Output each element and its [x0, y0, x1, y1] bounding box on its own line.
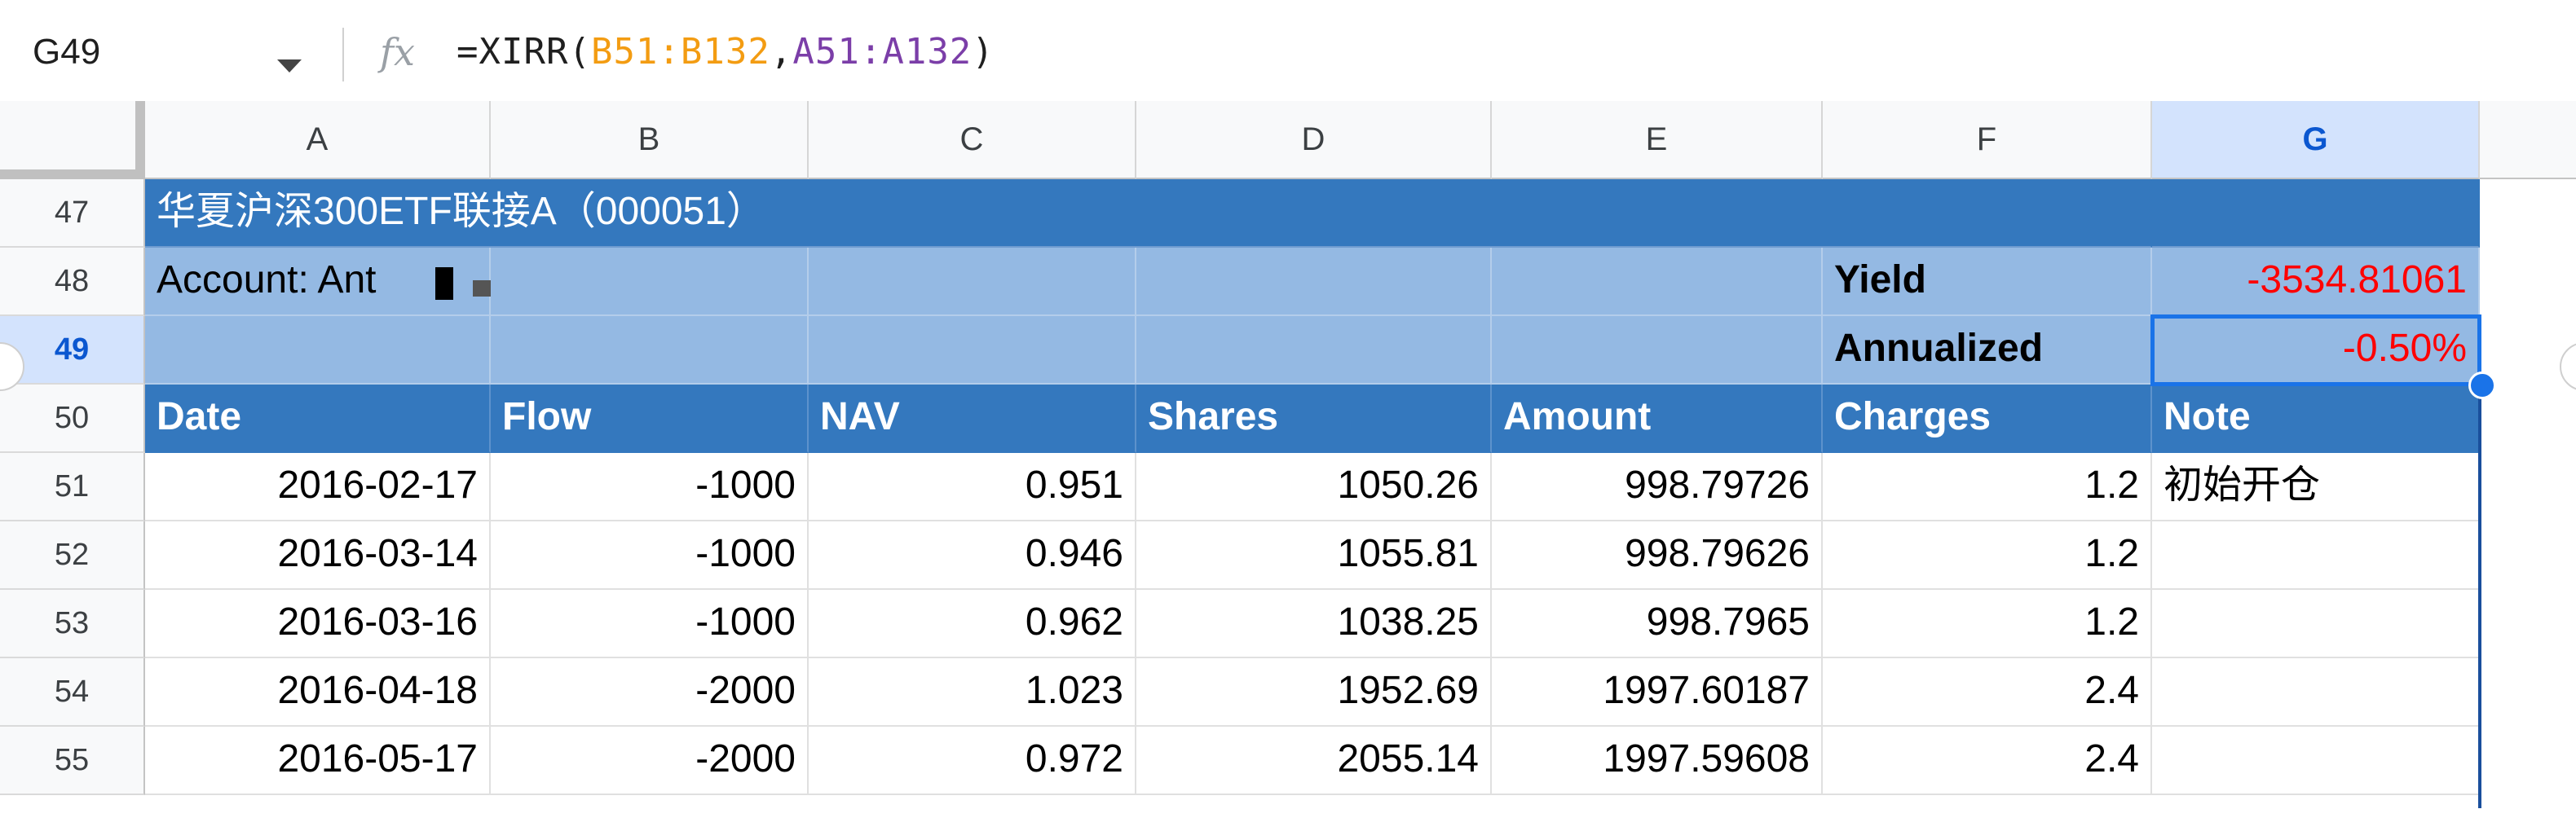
- column-header-empty: [2480, 101, 2576, 179]
- yield-value-cell[interactable]: -3534.81061: [2152, 248, 2480, 316]
- column-header-f[interactable]: F: [1823, 101, 2152, 179]
- yield-label-cell[interactable]: Yield: [1823, 248, 2152, 316]
- table-cell-nav[interactable]: 1.023: [809, 658, 1136, 727]
- table-cell-charges[interactable]: 2.4: [1823, 727, 2152, 795]
- table-cell-shares[interactable]: 2055.14: [1136, 727, 1492, 795]
- cell-c48[interactable]: [809, 248, 1136, 316]
- chevron-down-icon[interactable]: [277, 44, 302, 85]
- formula-separator: ,: [770, 31, 793, 73]
- row-header-55[interactable]: 55: [0, 727, 145, 795]
- fill-handle[interactable]: [2468, 372, 2496, 399]
- formula-prefix: =XIRR(: [457, 31, 591, 73]
- table-cell-date[interactable]: 2016-04-18: [145, 658, 491, 727]
- cell-e49[interactable]: [1492, 316, 1823, 385]
- column-header-a[interactable]: A: [145, 101, 491, 179]
- table-cell-note[interactable]: [2152, 521, 2480, 590]
- table-cell-note[interactable]: [2152, 658, 2480, 727]
- table-cell-shares[interactable]: 1038.25: [1136, 590, 1492, 658]
- table-cell-amount[interactable]: 998.7965: [1492, 590, 1823, 658]
- row-header-51[interactable]: 51: [0, 453, 145, 521]
- right-edge-control[interactable]: [2560, 342, 2576, 391]
- table-cell-nav[interactable]: 0.962: [809, 590, 1136, 658]
- header-note[interactable]: Note: [2152, 385, 2480, 453]
- table-cell-shares[interactable]: 1952.69: [1136, 658, 1492, 727]
- cell-a49[interactable]: [145, 316, 491, 385]
- table-cell-amount[interactable]: 1997.59608: [1492, 727, 1823, 795]
- cell-g47[interactable]: [2152, 179, 2480, 248]
- table-cell-nav[interactable]: 0.946: [809, 521, 1136, 590]
- table-cell-date[interactable]: 2016-03-16: [145, 590, 491, 658]
- row-header-48[interactable]: 48: [0, 248, 145, 316]
- cell-c49[interactable]: [809, 316, 1136, 385]
- table-cell-shares[interactable]: 1050.26: [1136, 453, 1492, 521]
- header-shares[interactable]: Shares: [1136, 385, 1492, 453]
- header-flow[interactable]: Flow: [491, 385, 809, 453]
- column-header-c[interactable]: C: [809, 101, 1136, 179]
- formula-bar: G49 fx =XIRR(B51:B132,A51:A132): [0, 0, 2576, 103]
- table-cell-date[interactable]: 2016-02-17: [145, 453, 491, 521]
- table-cell-shares[interactable]: 1055.81: [1136, 521, 1492, 590]
- table-cell-flow[interactable]: -2000: [491, 727, 809, 795]
- table-cell-amount[interactable]: 1997.60187: [1492, 658, 1823, 727]
- table-cell-flow[interactable]: -1000: [491, 453, 809, 521]
- table-cell-charges[interactable]: 2.4: [1823, 658, 2152, 727]
- table-cell-flow[interactable]: -2000: [491, 658, 809, 727]
- cell-b48[interactable]: [491, 248, 809, 316]
- column-header-d[interactable]: D: [1136, 101, 1492, 179]
- fx-icon: fx: [377, 24, 430, 82]
- table-cell-charges[interactable]: 1.2: [1823, 521, 2152, 590]
- cell-d48[interactable]: [1136, 248, 1492, 316]
- header-date[interactable]: Date: [145, 385, 491, 453]
- cell-b49[interactable]: [491, 316, 809, 385]
- formula-range-ref-1: B51:B132: [590, 31, 770, 73]
- table-cell-note[interactable]: [2152, 590, 2480, 658]
- table-cell-amount[interactable]: 998.79626: [1492, 521, 1823, 590]
- table-cell-nav[interactable]: 0.972: [809, 727, 1136, 795]
- column-header-g[interactable]: G: [2152, 101, 2480, 179]
- formula-bar-divider: [342, 28, 344, 81]
- header-charges[interactable]: Charges: [1823, 385, 2152, 453]
- row-header-47[interactable]: 47: [0, 179, 145, 248]
- table-cell-note[interactable]: 初始开仓: [2152, 453, 2480, 521]
- cell-d49[interactable]: [1136, 316, 1492, 385]
- redaction-mark: [435, 267, 453, 300]
- table-cell-note[interactable]: [2152, 727, 2480, 795]
- column-g-boundary: [2478, 385, 2481, 808]
- fund-title-cell[interactable]: 华夏沪深300ETF联接A（000051）: [145, 179, 2152, 248]
- column-header-b[interactable]: B: [491, 101, 809, 179]
- table-cell-nav[interactable]: 0.951: [809, 453, 1136, 521]
- header-nav[interactable]: NAV: [809, 385, 1136, 453]
- annualized-value-cell[interactable]: -0.50%: [2152, 316, 2480, 385]
- formula-range-ref-2: A51:A132: [792, 31, 973, 73]
- table-cell-flow[interactable]: -1000: [491, 590, 809, 658]
- name-box[interactable]: G49: [33, 28, 326, 77]
- table-cell-date[interactable]: 2016-05-17: [145, 727, 491, 795]
- row-header-52[interactable]: 52: [0, 521, 145, 590]
- table-cell-flow[interactable]: -1000: [491, 521, 809, 590]
- annualized-label-cell[interactable]: Annualized: [1823, 316, 2152, 385]
- spreadsheet-grid: A B C D E F G 47 48 49 50 51 52 53 54 55…: [0, 101, 2576, 831]
- column-header-e[interactable]: E: [1492, 101, 1823, 179]
- header-amount[interactable]: Amount: [1492, 385, 1823, 453]
- row-header-54[interactable]: 54: [0, 658, 145, 727]
- row-header-50[interactable]: 50: [0, 385, 145, 453]
- row-header-53[interactable]: 53: [0, 590, 145, 658]
- table-cell-amount[interactable]: 998.79726: [1492, 453, 1823, 521]
- svg-text:fx: fx: [377, 30, 415, 74]
- formula-suffix: ): [972, 31, 995, 73]
- table-cell-charges[interactable]: 1.2: [1823, 590, 2152, 658]
- table-cell-charges[interactable]: 1.2: [1823, 453, 2152, 521]
- select-all-corner[interactable]: [0, 101, 145, 179]
- cell-e48[interactable]: [1492, 248, 1823, 316]
- formula-input[interactable]: =XIRR(B51:B132,A51:A132): [457, 31, 995, 73]
- table-cell-date[interactable]: 2016-03-14: [145, 521, 491, 590]
